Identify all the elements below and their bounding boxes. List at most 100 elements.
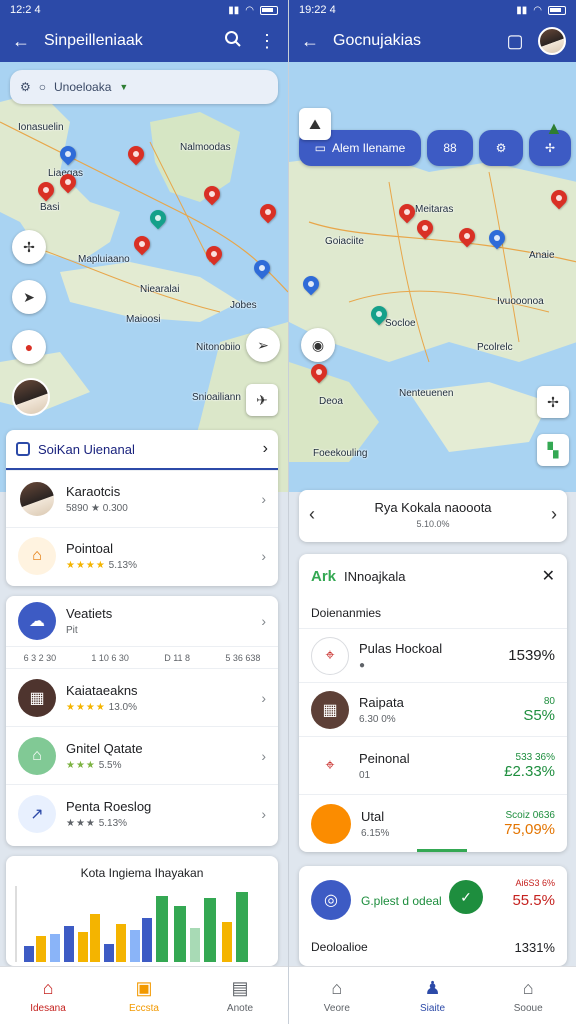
map-view[interactable]: ▭ Alem Ilename 88 ⚙ ✢ ⛰ ▲ Meitaras Goiac… [289,62,576,492]
page-title: Sinpeilleniaak [44,32,143,49]
battery-icon [548,5,566,15]
item-name: Veatiets [66,606,113,621]
cloud-icon: ☁ [18,602,56,640]
signal-icon: ▮▮ [516,4,528,16]
avatar[interactable] [538,27,566,55]
map-label: Deoa [319,396,343,407]
avatar[interactable] [12,378,50,416]
item-value-secondary: 80 [543,695,555,707]
nav-explore[interactable]: ▣ Eccsta [96,967,192,1024]
list-item[interactable]: ☁ Veatiets Pit › [6,596,278,646]
compass-icon[interactable]: ✢ [12,230,46,264]
flight-icon[interactable]: ✈ [246,384,278,416]
card-header[interactable]: SoiKan Uienanal › [6,430,278,470]
rating-stars: ★★★ [66,759,96,771]
navigate-icon[interactable]: ➢ [246,328,280,362]
search-input[interactable]: Unoeloaka [54,80,111,94]
zoom-icon[interactable]: ✢ [537,386,569,418]
logo-icon: Ark [311,567,337,585]
chart-card: Kota Ingiema Ihayakan [6,856,278,966]
check-icon[interactable]: ✓ [449,880,483,914]
filter-chip[interactable]: 88 [427,130,473,166]
cast-icon[interactable]: ▢ [504,31,526,52]
nav-site[interactable]: ♟ Siaite [385,967,481,1024]
traffic-icon[interactable]: ▚ [537,434,569,466]
chevron-right-icon[interactable]: › [261,690,266,706]
list-item[interactable]: ▦ Kaiataeakns ★★★★ 13.0% › [6,668,278,726]
item-sub: Pit [66,625,78,636]
settings-chip[interactable]: ⚙ [479,130,523,166]
tree-icon: ▲ [545,118,563,138]
chevron-down-icon[interactable]: ▼ [119,82,128,92]
section-title: Doienanmies [311,606,382,620]
chevron-right-icon[interactable]: › [261,613,266,629]
chevron-left-icon[interactable]: ‹ [309,504,315,525]
chevron-right-icon[interactable]: › [261,491,266,507]
map-label: Maioosi [126,314,161,325]
map-label: Pcolrelc [477,342,513,353]
signal-icon: ▮▮ [228,4,240,16]
nav-source[interactable]: ⌂ Sooue [480,967,576,1024]
app-bar: ← Sinpeilleniaak ⋮ [0,20,288,62]
close-icon[interactable]: ✕ [542,566,555,586]
search-icon: ○ [38,80,47,94]
item-value-secondary: 533 36% [515,751,555,763]
chevron-right-icon[interactable]: › [261,748,266,764]
chevron-right-icon[interactable]: › [263,440,268,458]
chevron-right-icon[interactable]: › [551,504,557,525]
bottom-nav: ⌂ Idesana ▣ Eccsta ▤ Anote [0,966,288,1024]
pin-icon: ⌖ [311,636,349,675]
list-item[interactable]: ⌂ Pointoal ★★★★ 5.13% › [6,527,278,584]
map-land [289,152,576,462]
more-vert-icon[interactable]: ⋮ [256,31,278,52]
page-title: Gocnujakias [333,32,422,49]
location-sub: 5.10.0% [416,519,450,529]
map-view[interactable]: ⚙ ○ Unoeloaka ▼ Ionasuelin Nalmoodas Lia… [0,62,288,492]
list-item[interactable]: ↗ Penta Roeslog ★★★ 5.13% › [6,784,278,842]
wifi-icon: ◠ [245,4,254,16]
home-icon: ⌂ [18,537,56,575]
summary-row-value: 1331% [514,940,555,955]
item-name: Penta Roeslog [66,798,152,814]
item-sub: 5.13% [108,560,137,571]
item-name: Raipata [359,694,404,710]
map-label: Nalmoodas [180,142,231,153]
list-item[interactable]: Karaotcis 5890 ★ 0.300 › [6,470,278,527]
back-arrow-icon[interactable]: ← [10,31,32,52]
compass-icon: ✢ [544,141,556,155]
nav-home[interactable]: ⌂ Idesana [0,967,96,1024]
group-icon: ♟ [424,977,441,998]
list-item[interactable]: Utal 6.15% Scoiz 0636 75,09% [299,794,567,852]
list-item[interactable]: ⌂ Gnitel Qatate ★★★ 5.5% › [6,726,278,784]
location-card[interactable]: ‹ Rya Kokala naooota 5.10.0% › [299,490,567,542]
list-item[interactable]: ⌖ Peinonal 01 533 36% £2.33% [299,736,567,794]
bottom-nav: ⌂ Veore ♟ Siaite ⌂ Sooue [289,966,576,1024]
search-icon[interactable] [222,30,244,53]
list-item[interactable]: ⌖ Pulas Hockoal ● 1539% [299,628,567,682]
layers-icon[interactable]: ⛰ [299,108,331,140]
list-item[interactable]: ▦ Raipata 6.30 0% 80 S5% [299,682,567,736]
chevron-right-icon[interactable]: › [261,548,266,564]
home-icon: ⌂ [42,977,54,998]
nav-home[interactable]: ⌂ Veore [289,967,385,1024]
item-name: Kaiataeakns [66,682,138,698]
status-bar: 19:22 4 ▮▮ ◠ [289,0,576,20]
home-icon: ⌂ [18,736,56,775]
navigate-icon[interactable]: ◉ [301,328,335,362]
pin-icon: ⌖ [311,746,349,785]
chart-title: Kota Ingiema Ihayakan [80,866,204,880]
nav-notes[interactable]: ▤ Anote [192,967,288,1024]
wifi-icon: ◠ [533,4,542,16]
map-label: Nitonobiio [196,342,241,353]
summary-value-top: Ai6S3 6% [515,878,555,888]
search-bar[interactable]: ⚙ ○ Unoeloaka ▼ [10,70,278,104]
detail-card: Ark INnoajkala ✕ Doienanmies ⌖ Pulas Hoc… [299,554,567,852]
back-arrow-icon[interactable]: ← [299,31,321,52]
location-pin-icon[interactable]: ● [12,330,46,364]
directions-icon[interactable]: ➤ [12,280,46,314]
nav-label: Sooue [513,1002,543,1014]
card-icon [16,442,30,456]
chevron-right-icon[interactable]: › [261,806,266,822]
item-value-secondary: Scoiz 0636 [505,809,555,821]
gear-icon[interactable]: ⚙ [20,80,31,94]
